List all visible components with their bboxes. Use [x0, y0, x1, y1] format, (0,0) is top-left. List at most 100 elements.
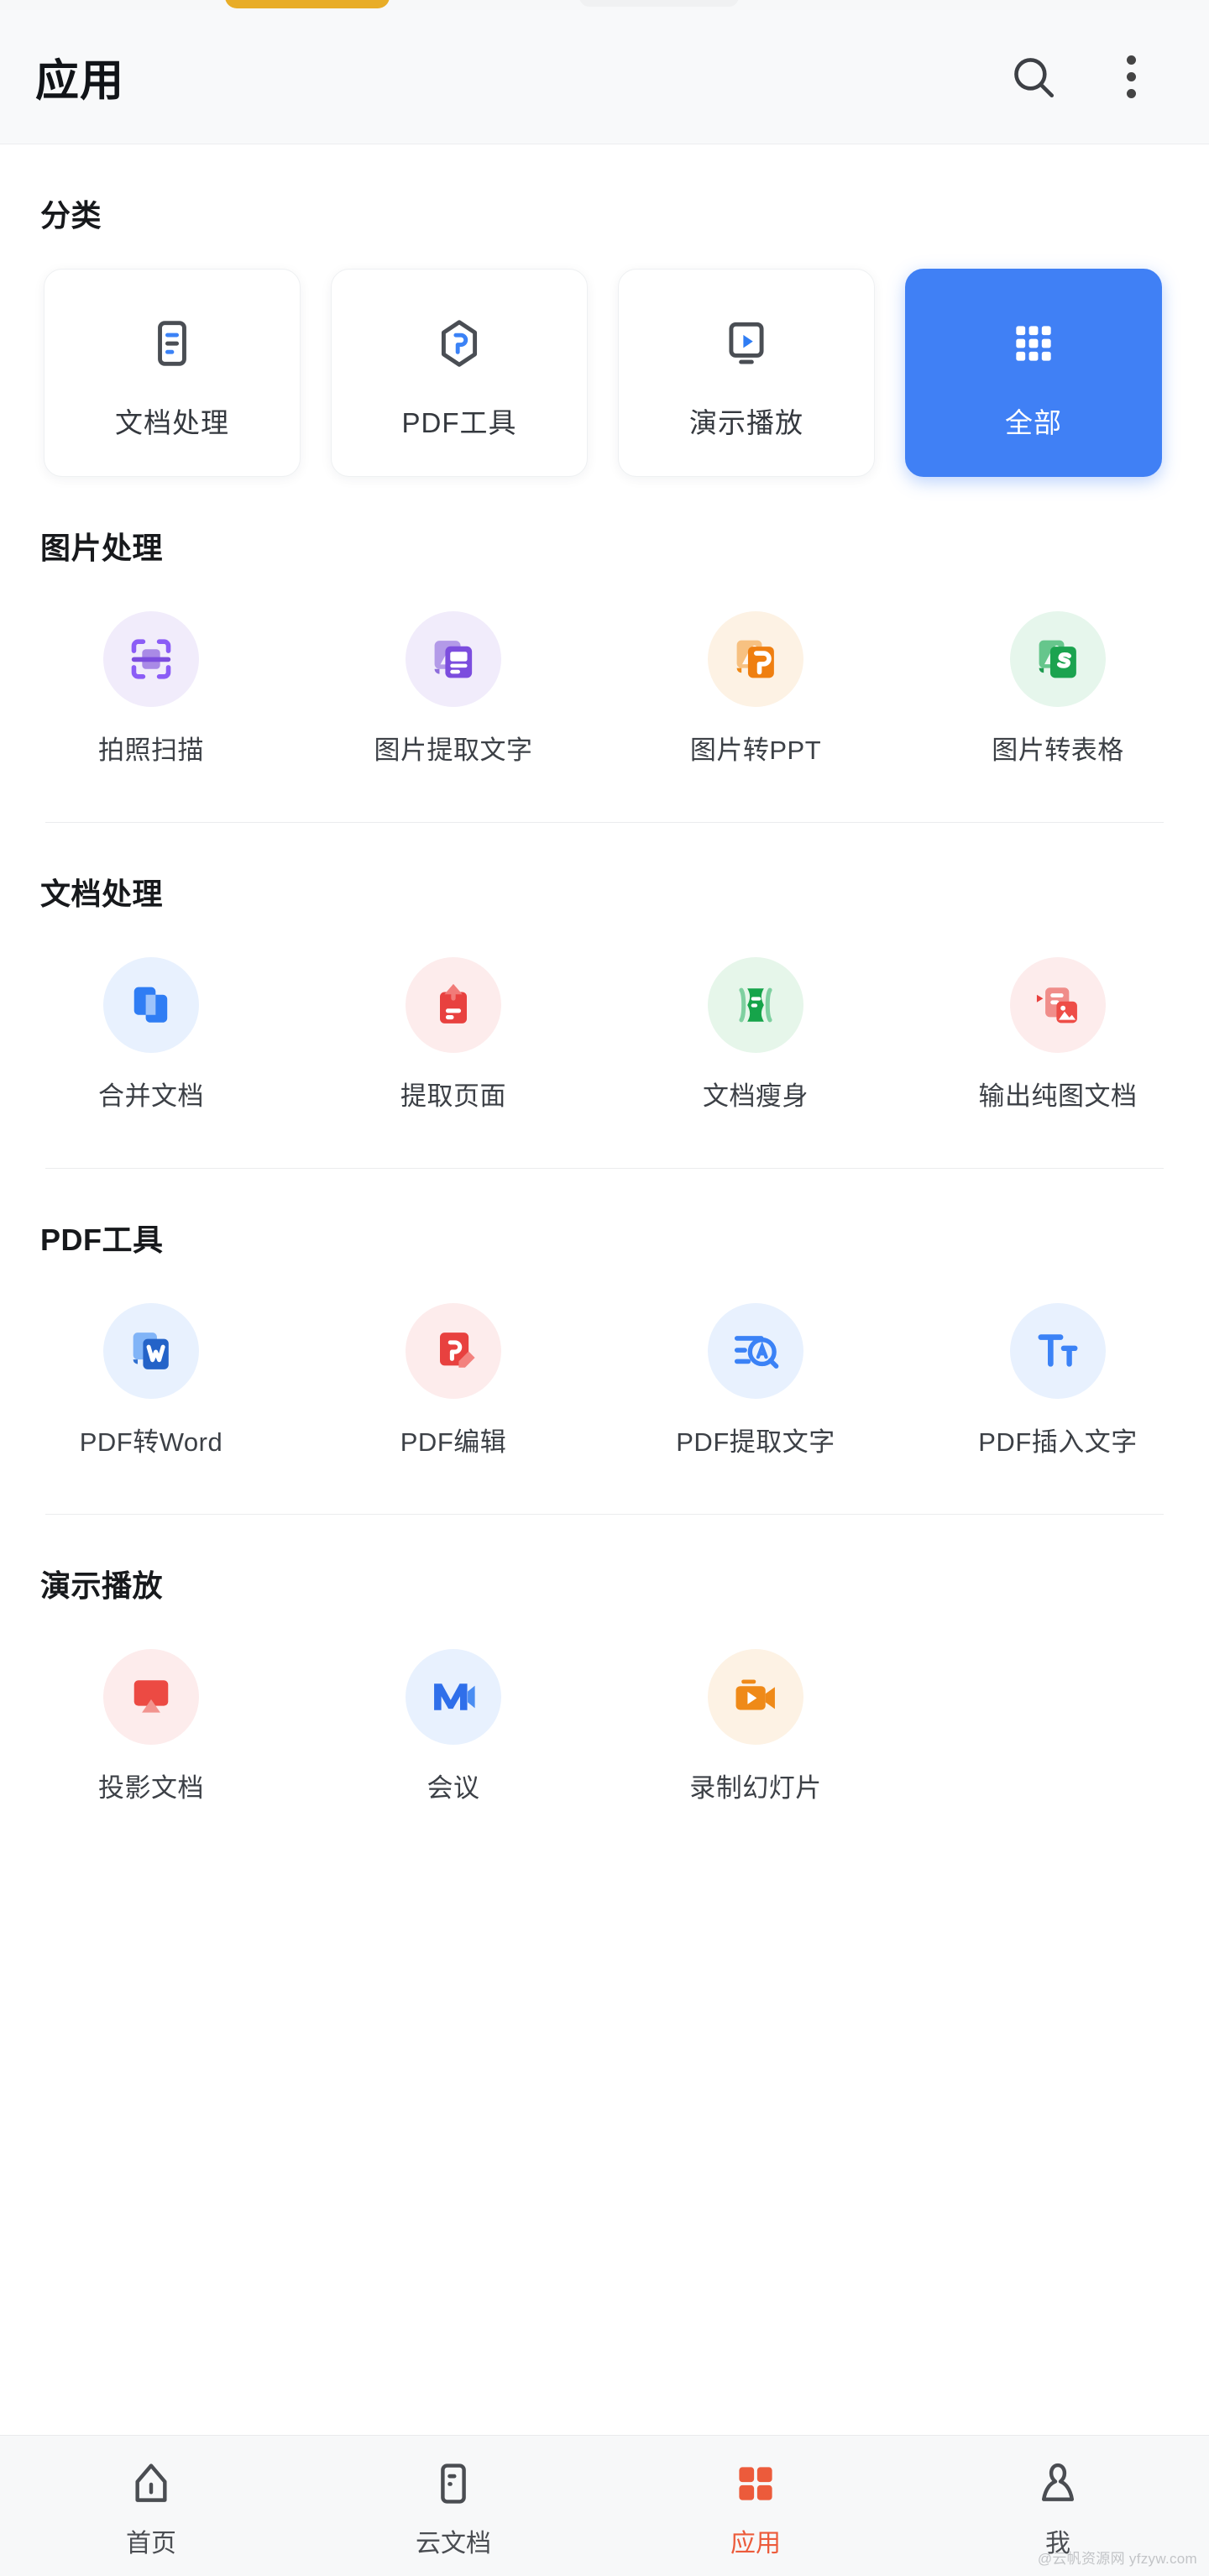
extract-page-icon [440, 983, 467, 1024]
image-only-doc-icon [1036, 987, 1077, 1024]
tool-meeting[interactable]: 会议 [302, 1610, 604, 1811]
search-button[interactable] [1001, 45, 1066, 110]
section-divider [45, 1514, 1164, 1515]
more-options-button[interactable] [1098, 45, 1164, 110]
tool-image-to-ppt[interactable]: 图片转PPT [604, 573, 907, 773]
tool-placeholder [907, 1610, 1209, 1811]
nav-label: 云文档 [416, 2529, 491, 2558]
tool-pdf-edit[interactable]: PDF编辑 [302, 1264, 604, 1465]
apps-grid-icon [732, 2453, 779, 2514]
nav-item-apps[interactable]: 应用 [604, 2453, 907, 2559]
category-chip-pdf[interactable]: PDF工具 [331, 269, 588, 477]
tool-image-to-text[interactable]: 图片提取文字 [302, 573, 604, 773]
category-chip-document[interactable]: 文档处理 [44, 269, 301, 477]
pdf-to-word-icon [133, 1333, 169, 1369]
nav-item-me[interactable]: 我 [907, 2453, 1209, 2559]
tool-label: 图片转PPT [689, 736, 822, 765]
tool-grid-presentation: 投影文档 会议 录制幻灯片 [0, 1605, 1209, 1811]
watermark: @云帆资源网 yfzyw.com [1037, 2551, 1197, 2567]
tool-label: PDF提取文字 [676, 1427, 835, 1457]
tool-pdf-extract-text[interactable]: PDF提取文字 [604, 1264, 907, 1465]
cloud-doc-icon [430, 2453, 477, 2514]
person-icon [1034, 2453, 1081, 2514]
tool-label: 文档瘦身 [703, 1081, 809, 1111]
notification-pill-yellow [225, 0, 390, 8]
category-chip-label: 演示播放 [689, 407, 803, 438]
app-header: 应用 [0, 10, 1209, 144]
search-icon [1014, 57, 1055, 97]
tool-icon-bubble [103, 611, 199, 707]
tool-icon-bubble [103, 1649, 199, 1745]
tool-slim-document[interactable]: 文档瘦身 [604, 919, 907, 1119]
tool-record-slides[interactable]: 录制幻灯片 [604, 1610, 907, 1811]
tool-label: 提取页面 [400, 1081, 506, 1111]
tool-icon-bubble [406, 1649, 501, 1745]
image-to-table-icon [1039, 640, 1076, 678]
tool-label: 输出纯图文档 [978, 1081, 1138, 1111]
tool-label: PDF编辑 [400, 1427, 507, 1457]
tool-icon-bubble [708, 1303, 803, 1399]
merge-document-icon [133, 987, 168, 1023]
tool-icon-bubble [406, 611, 501, 707]
status-bar-strip [0, 0, 1209, 10]
tool-grid-image: 拍照扫描 图片提取文字 图片转PPT 图片转表格 [0, 568, 1209, 773]
tool-label: 录制幻灯片 [689, 1773, 822, 1803]
category-chip-row: 文档处理 PDF工具 演示播放 全部 [0, 235, 1209, 477]
nav-item-home[interactable]: 首页 [0, 2453, 302, 2559]
image-to-ppt-icon [736, 640, 774, 678]
bottom-navigation-bar: 首页 云文档 应用 我 [0, 2435, 1209, 2576]
tool-icon-bubble [708, 1649, 803, 1745]
section-divider [45, 822, 1164, 823]
pdf-insert-text-icon [1038, 1334, 1078, 1367]
tool-label: 会议 [427, 1773, 480, 1803]
nav-label: 应用 [730, 2529, 781, 2558]
category-chip-all[interactable]: 全部 [905, 269, 1162, 477]
more-vertical-icon [1126, 55, 1136, 98]
header-actions [1001, 45, 1164, 110]
tool-label: PDF插入文字 [978, 1427, 1138, 1457]
tool-label: PDF转Word [79, 1427, 223, 1457]
nav-item-cloud-doc[interactable]: 云文档 [302, 2453, 604, 2559]
tool-pdf-to-word[interactable]: PDF转Word [0, 1264, 302, 1465]
tool-extract-page[interactable]: 提取页面 [302, 919, 604, 1119]
main-content: 分类 文档处理 PDF工具 演示播放 全部 图片处理 拍照扫描 图片提取文字 图… [0, 144, 1209, 1811]
category-chip-label: PDF工具 [401, 407, 517, 438]
tool-pdf-insert-text[interactable]: PDF插入文字 [907, 1264, 1209, 1465]
tool-label: 合并文档 [98, 1081, 204, 1111]
tool-label: 图片提取文字 [374, 736, 533, 765]
pdf-extract-text-icon [734, 1336, 779, 1369]
tool-icon-bubble [406, 1303, 501, 1399]
pdf-tool-icon [433, 305, 485, 382]
tool-label: 投影文档 [98, 1773, 204, 1803]
section-divider [45, 1168, 1164, 1169]
pdf-edit-icon [440, 1333, 475, 1368]
tool-image-to-table[interactable]: 图片转表格 [907, 573, 1209, 773]
section-title-presentation: 演示播放 [40, 1568, 164, 1603]
category-chip-label: 文档处理 [115, 407, 229, 438]
section-title-image: 图片处理 [40, 531, 164, 565]
category-chip-label: 全部 [1005, 407, 1062, 438]
categories-section-title: 分类 [40, 198, 102, 233]
tool-project-document[interactable]: 投影文档 [0, 1610, 302, 1811]
tool-icon-bubble [1010, 957, 1106, 1053]
meeting-video-icon [434, 1683, 475, 1710]
presentation-play-icon [720, 305, 772, 382]
tool-grid-document: 合并文档 提取页面 文档瘦身 输出纯图文档 [0, 914, 1209, 1119]
section-title-pdf: PDF工具 [40, 1223, 164, 1257]
scan-photo-icon [131, 639, 171, 679]
tool-scan-photo[interactable]: 拍照扫描 [0, 573, 302, 773]
section-title-document: 文档处理 [40, 877, 164, 911]
category-chip-presentation[interactable]: 演示播放 [618, 269, 875, 477]
tool-image-only-doc[interactable]: 输出纯图文档 [907, 919, 1209, 1119]
grid-all-icon [1008, 305, 1060, 382]
document-processing-icon [146, 305, 198, 382]
record-slides-icon [735, 1679, 775, 1710]
project-document-icon [133, 1680, 169, 1713]
page-title: 应用 [35, 57, 125, 106]
home-icon [128, 2453, 175, 2514]
nav-label: 首页 [126, 2529, 176, 2558]
tool-icon-bubble [103, 1303, 199, 1399]
tool-icon-bubble [708, 611, 803, 707]
tool-icon-bubble [406, 957, 501, 1053]
tool-merge-document[interactable]: 合并文档 [0, 919, 302, 1119]
